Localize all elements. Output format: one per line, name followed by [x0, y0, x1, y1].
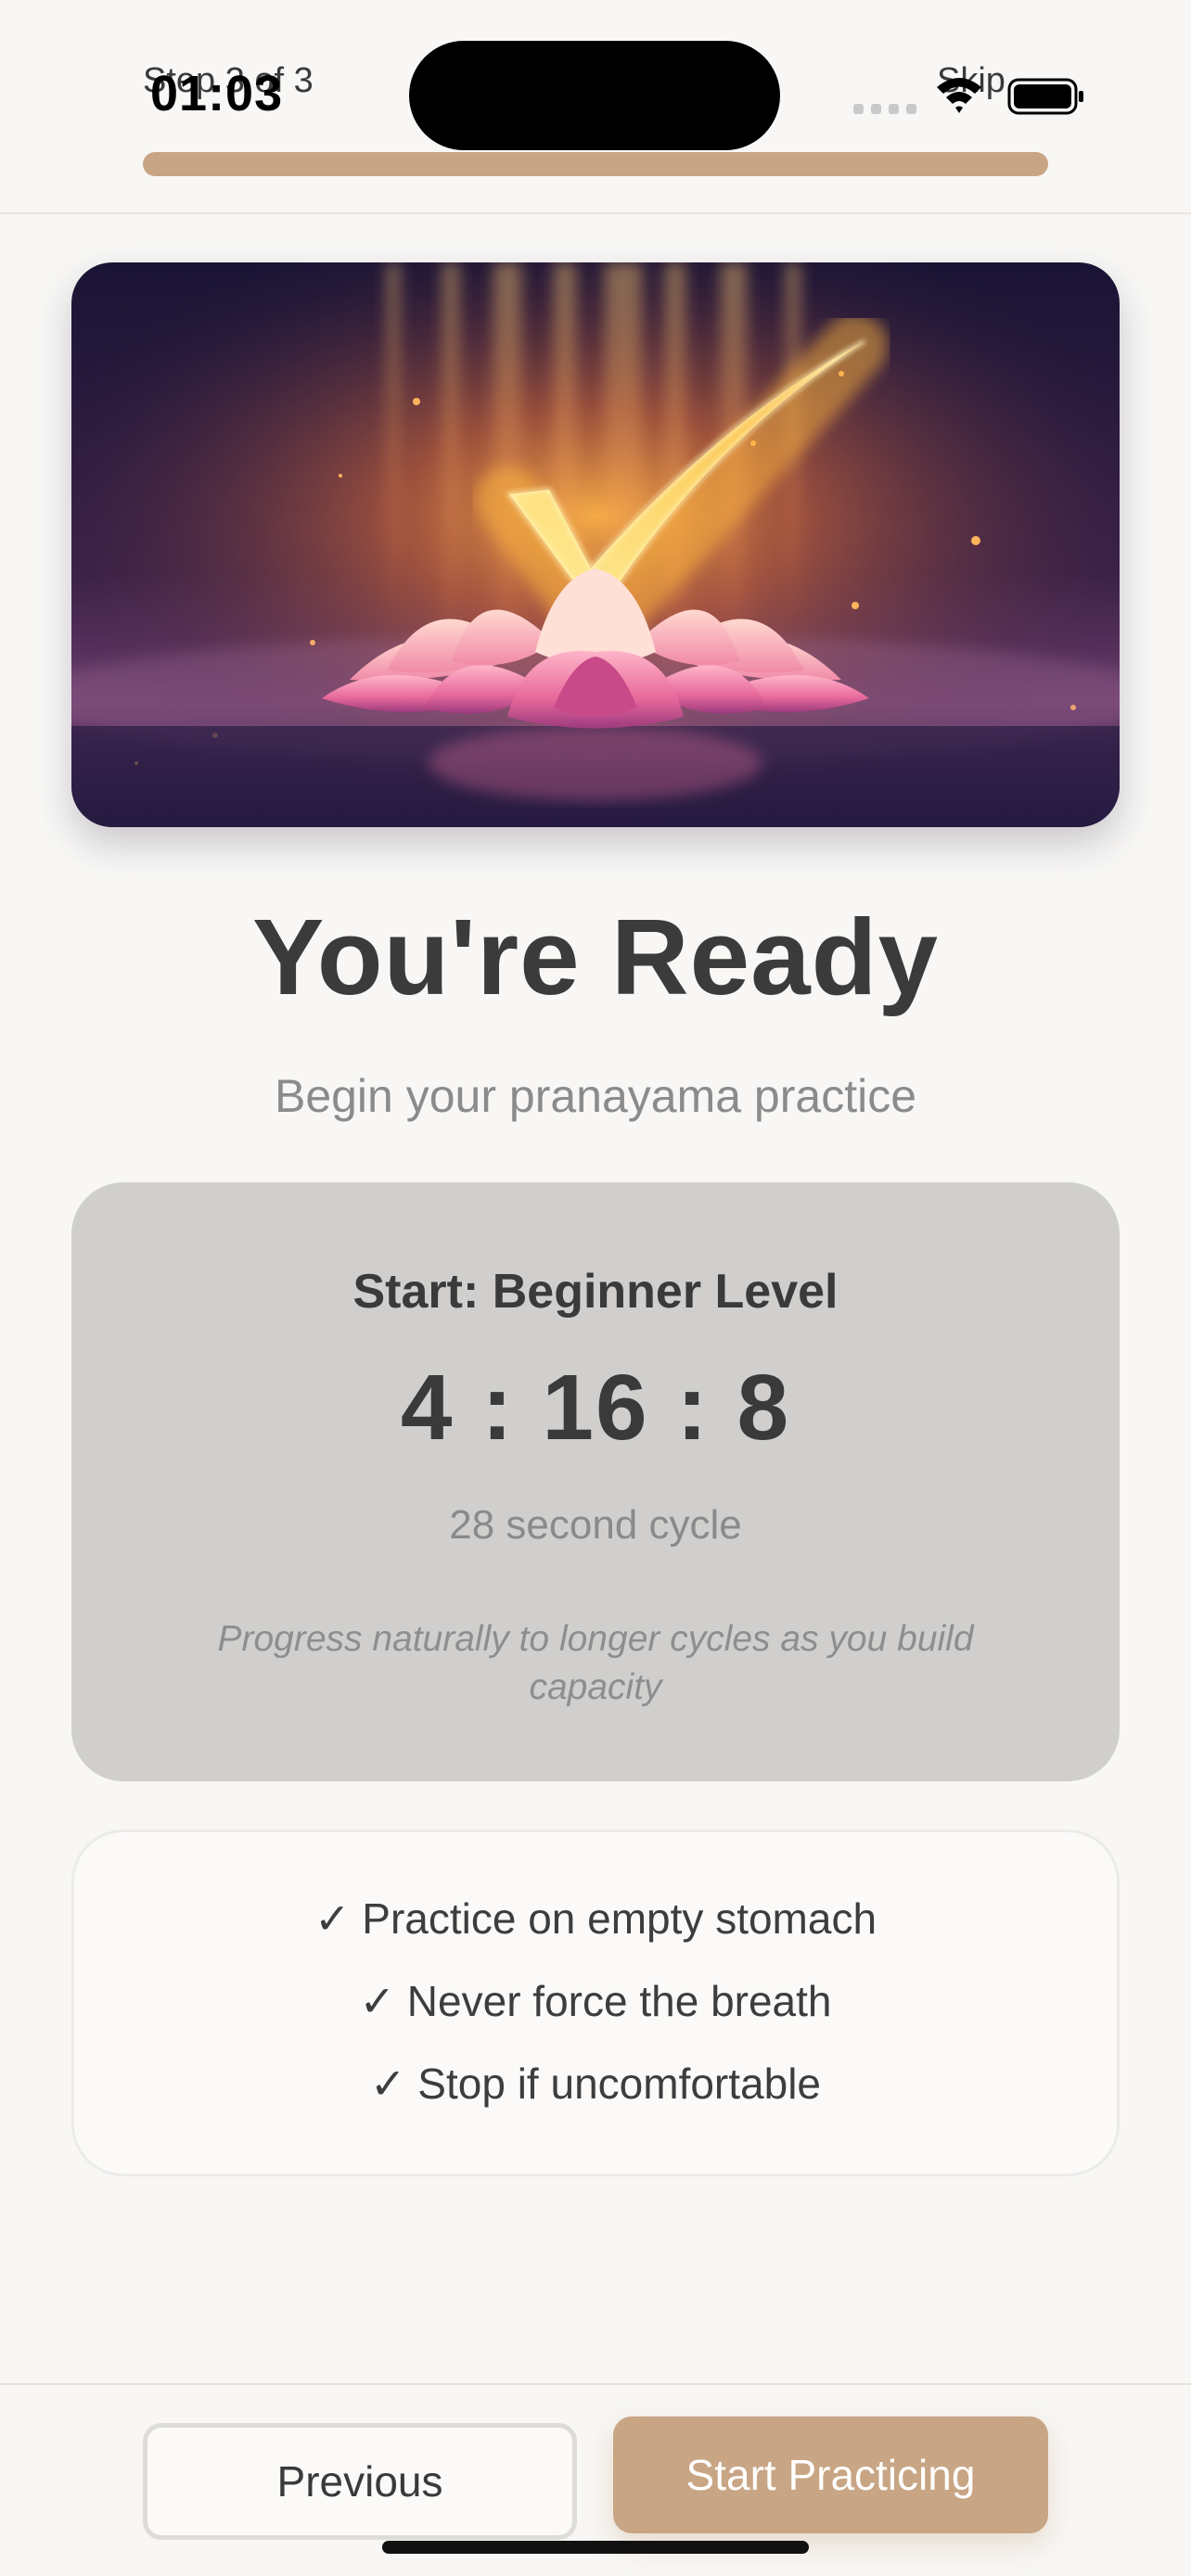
level-heading: Start: Beginner Level [352, 1265, 839, 1319]
onboarding-progress-fill [143, 152, 1048, 176]
progression-note: Progress naturally to longer cycles as y… [217, 1619, 974, 1707]
status-time: 01:03 [150, 66, 284, 121]
safety-tips-card: ✓ Practice on empty stomach ✓ Never forc… [71, 1830, 1120, 2176]
hero-image [71, 262, 1120, 827]
page-subtitle: Begin your pranayama practice [274, 1070, 917, 1122]
page-title: You're Ready [251, 897, 940, 1017]
onboarding-screen: Step 3 of 3 Skip 01:03 [0, 0, 1191, 2576]
cycle-duration: 28 second cycle [449, 1502, 742, 1548]
cellular-signal-icon [853, 104, 916, 114]
glowing-checkmark-over-lotus-image [71, 262, 1120, 827]
tip-item: ✓ Never force the breath [359, 1977, 832, 2025]
header-divider [0, 212, 1191, 214]
onboarding-progress-bar [143, 152, 1048, 176]
footer-divider [0, 2383, 1191, 2385]
breath-ratio: 4 : 16 : 8 [400, 1356, 791, 1460]
tip-item: ✓ Practice on empty stomach [314, 1894, 877, 1943]
level-card: Start: Beginner Level 4 : 16 : 8 28 seco… [71, 1182, 1120, 1781]
previous-button[interactable]: Previous [143, 2423, 577, 2540]
dynamic-island [409, 41, 780, 150]
tip-item: ✓ Stop if uncomfortable [369, 2060, 821, 2108]
home-indicator[interactable] [382, 2541, 809, 2554]
wifi-icon [937, 78, 981, 113]
battery-icon [1007, 78, 1083, 115]
start-practicing-button[interactable]: Start Practicing [613, 2417, 1048, 2533]
